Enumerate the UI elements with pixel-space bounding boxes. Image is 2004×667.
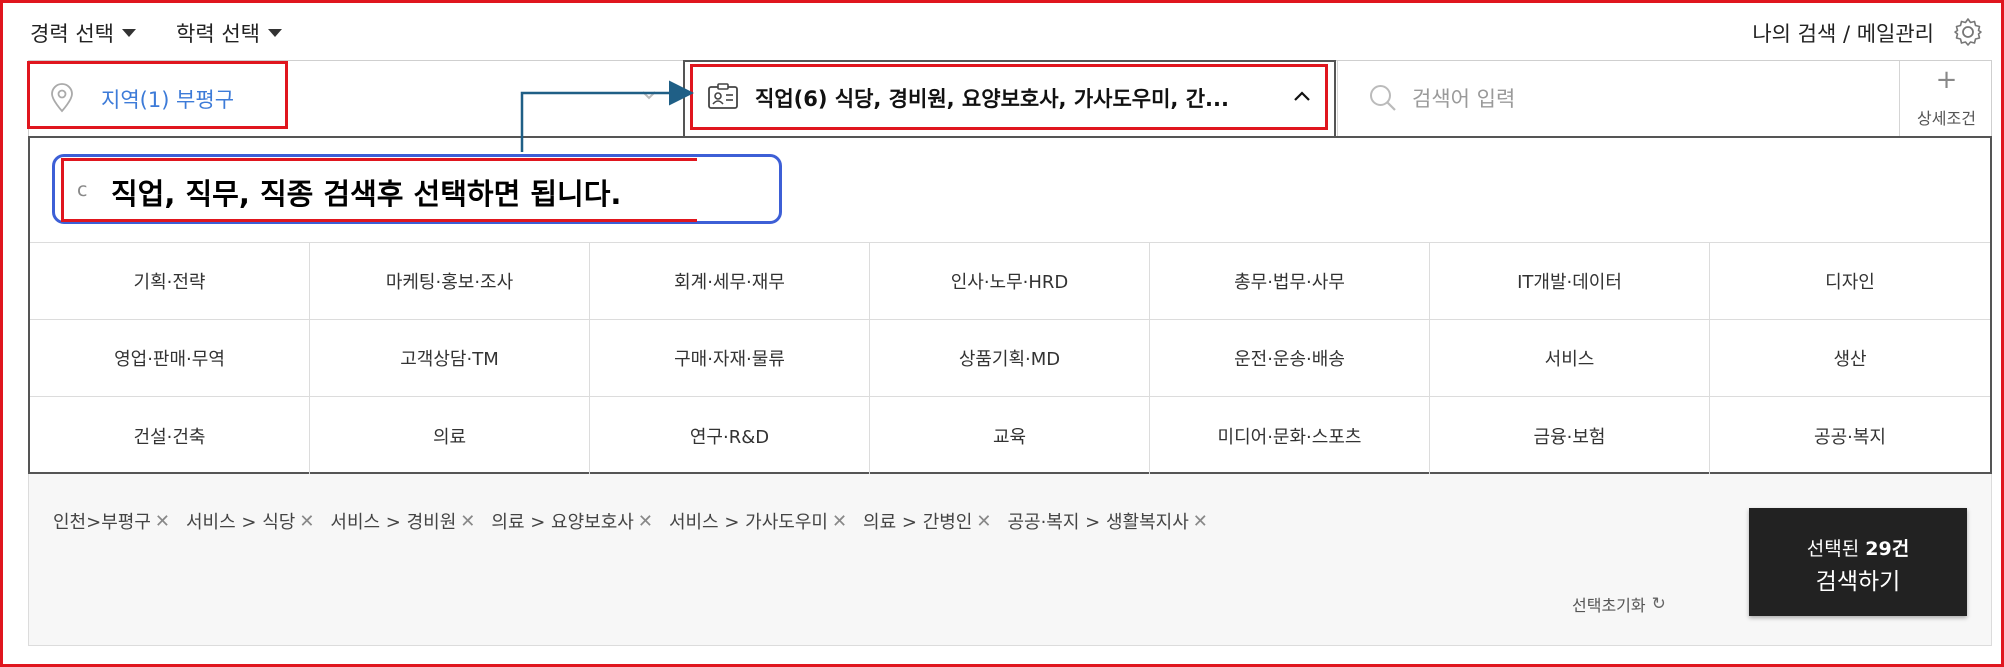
search-submit-label: 검색하기 — [1815, 569, 1901, 595]
category-item[interactable]: 고객상담·TM — [310, 320, 590, 397]
plus-icon: + — [1935, 65, 1958, 95]
remove-chip-icon[interactable]: ✕ — [1193, 511, 1208, 532]
category-item[interactable]: 기획·전략 — [30, 243, 310, 320]
chevron-down-icon[interactable] — [641, 89, 657, 101]
category-item[interactable]: 마케팅·홍보·조사 — [310, 243, 590, 320]
category-item[interactable]: 미디어·문화·스포츠 — [1150, 397, 1430, 474]
category-grid: 기획·전략 마케팅·홍보·조사 회계·세무·재무 인사·노무·HRD 총무·법무·사무 I… — [30, 242, 1990, 474]
category-item[interactable]: 구매·자재·물류 — [590, 320, 870, 397]
category-item[interactable]: 회계·세무·재무 — [590, 243, 870, 320]
selected-chip-label: 인천>부평구 — [53, 512, 151, 533]
selected-chip-label: 의료 > 요양보호사 — [491, 512, 634, 533]
selected-count-prefix: 선택된 — [1806, 538, 1866, 560]
education-filter-dropdown[interactable]: 학력 선택 — [176, 18, 282, 48]
occupation-search-input[interactable]: c 직업, 직무, 직종 검색후 선택하면 됩니다. — [52, 154, 782, 224]
selected-chip-label: 공공·복지 > 생활복지사 — [1007, 512, 1189, 533]
refresh-icon: ↻ — [1651, 594, 1666, 614]
category-item[interactable]: 총무·법무·사무 — [1150, 243, 1430, 320]
occupation-selector[interactable]: 직업(6) 식당, 경비원, 요양보호사, 가사도우미, 간... — [683, 60, 1336, 137]
category-item[interactable]: 생산 — [1710, 320, 1990, 397]
location-pin-icon — [51, 83, 73, 113]
selected-chip-label: 의료 > 간병인 — [863, 512, 973, 533]
id-card-icon — [708, 83, 738, 109]
category-item[interactable]: 금융·보험 — [1430, 397, 1710, 474]
search-icon — [1370, 85, 1396, 111]
selected-chip: 의료 > 간병인 ✕ — [863, 508, 991, 534]
selected-conditions-area: 인천>부평구 ✕ 서비스 > 식당 ✕ 서비스 > 경비원 ✕ 의료 > 요양보호사 ✕ 서비스… — [28, 474, 1992, 646]
annotation-text: 직업, 직무, 직종 검색후 선택하면 됩니다. — [111, 177, 622, 211]
selected-chip-label: 서비스 > 가사도우미 — [668, 512, 828, 533]
selected-chip: 서비스 > 식당 ✕ — [186, 508, 314, 534]
selected-chip-label: 서비스 > 경비원 — [330, 512, 457, 533]
caret-down-icon — [121, 29, 136, 37]
category-item[interactable]: 의료 — [310, 397, 590, 474]
reset-label: 선택초기화 — [1572, 596, 1646, 615]
category-item[interactable]: 상품기획·MD — [870, 320, 1150, 397]
category-item[interactable]: 디자인 — [1710, 243, 1990, 320]
career-filter-label: 경력 선택 — [30, 22, 114, 46]
category-item[interactable]: 인사·노무·HRD — [870, 243, 1150, 320]
caret-down-icon — [267, 29, 282, 37]
region-selector[interactable]: 지역(1) 부평구 — [27, 61, 679, 137]
category-item[interactable]: 연구·R&D — [590, 397, 870, 474]
selected-chip-list: 인천>부평구 ✕ 서비스 > 식당 ✕ 서비스 > 경비원 ✕ 의료 > 요양보호사 ✕ 서비스… — [53, 508, 1208, 534]
category-item[interactable]: 공공·복지 — [1710, 397, 1990, 474]
occupation-value: 직업(6) 식당, 경비원, 요양보호사, 가사도우미, 간... — [755, 87, 1229, 111]
category-item[interactable]: 서비스 — [1430, 320, 1710, 397]
category-item[interactable]: IT개발·데이터 — [1430, 243, 1710, 320]
remove-chip-icon[interactable]: ✕ — [299, 511, 314, 532]
keyword-input[interactable] — [1412, 81, 1872, 117]
remove-chip-icon[interactable]: ✕ — [976, 511, 991, 532]
gear-icon[interactable] — [1952, 16, 1984, 48]
region-value: 지역(1) 부평구 — [101, 88, 235, 112]
search-submit-button[interactable]: 선택된 29건 검색하기 — [1749, 508, 1967, 616]
career-filter-dropdown[interactable]: 경력 선택 — [30, 18, 136, 48]
reset-selection-button[interactable]: 선택초기화 ↻ — [1572, 592, 1666, 616]
category-item[interactable]: 교육 — [870, 397, 1150, 474]
selected-chip: 서비스 > 가사도우미 ✕ — [669, 508, 847, 534]
selected-chip-label: 서비스 > 식당 — [185, 512, 296, 533]
occupation-search-text: c — [77, 179, 88, 201]
selected-chip: 인천>부평구 ✕ — [53, 508, 170, 534]
selected-chip: 서비스 > 경비원 ✕ — [330, 508, 475, 534]
category-item[interactable]: 운전·운송·배송 — [1150, 320, 1430, 397]
education-filter-label: 학력 선택 — [176, 22, 260, 46]
chevron-up-icon[interactable] — [1293, 89, 1311, 103]
remove-chip-icon[interactable]: ✕ — [460, 511, 475, 532]
search-bar: 지역(1) 부평구 직업(6) 식당, 경비원, 요양보호사, 가사도우미, 간… — [27, 60, 1993, 137]
keyword-search — [1337, 61, 1907, 137]
my-search-link[interactable]: 나의 검색 / 메일관리 — [1752, 18, 1934, 48]
selected-count: 선택된 29건 — [1749, 534, 1967, 561]
detail-conditions-button[interactable]: + 상세조건 — [1899, 61, 1993, 137]
remove-chip-icon[interactable]: ✕ — [155, 511, 170, 532]
category-item[interactable]: 영업·판매·무역 — [30, 320, 310, 397]
selected-count-value: 29건 — [1865, 538, 1910, 560]
detail-conditions-label: 상세조건 — [1917, 109, 1976, 128]
remove-chip-icon[interactable]: ✕ — [832, 511, 847, 532]
category-item[interactable]: 건설·건축 — [30, 397, 310, 474]
occupation-dropdown-panel: c 직업, 직무, 직종 검색후 선택하면 됩니다. 기획·전략 마케팅·홍보·조… — [28, 136, 1992, 474]
selected-chip: 의료 > 요양보호사 ✕ — [491, 508, 653, 534]
remove-chip-icon[interactable]: ✕ — [638, 511, 653, 532]
top-bar: 경력 선택 학력 선택 나의 검색 / 메일관리 — [30, 18, 1984, 54]
selected-chip: 공공·복지 > 생활복지사 ✕ — [1007, 508, 1207, 534]
